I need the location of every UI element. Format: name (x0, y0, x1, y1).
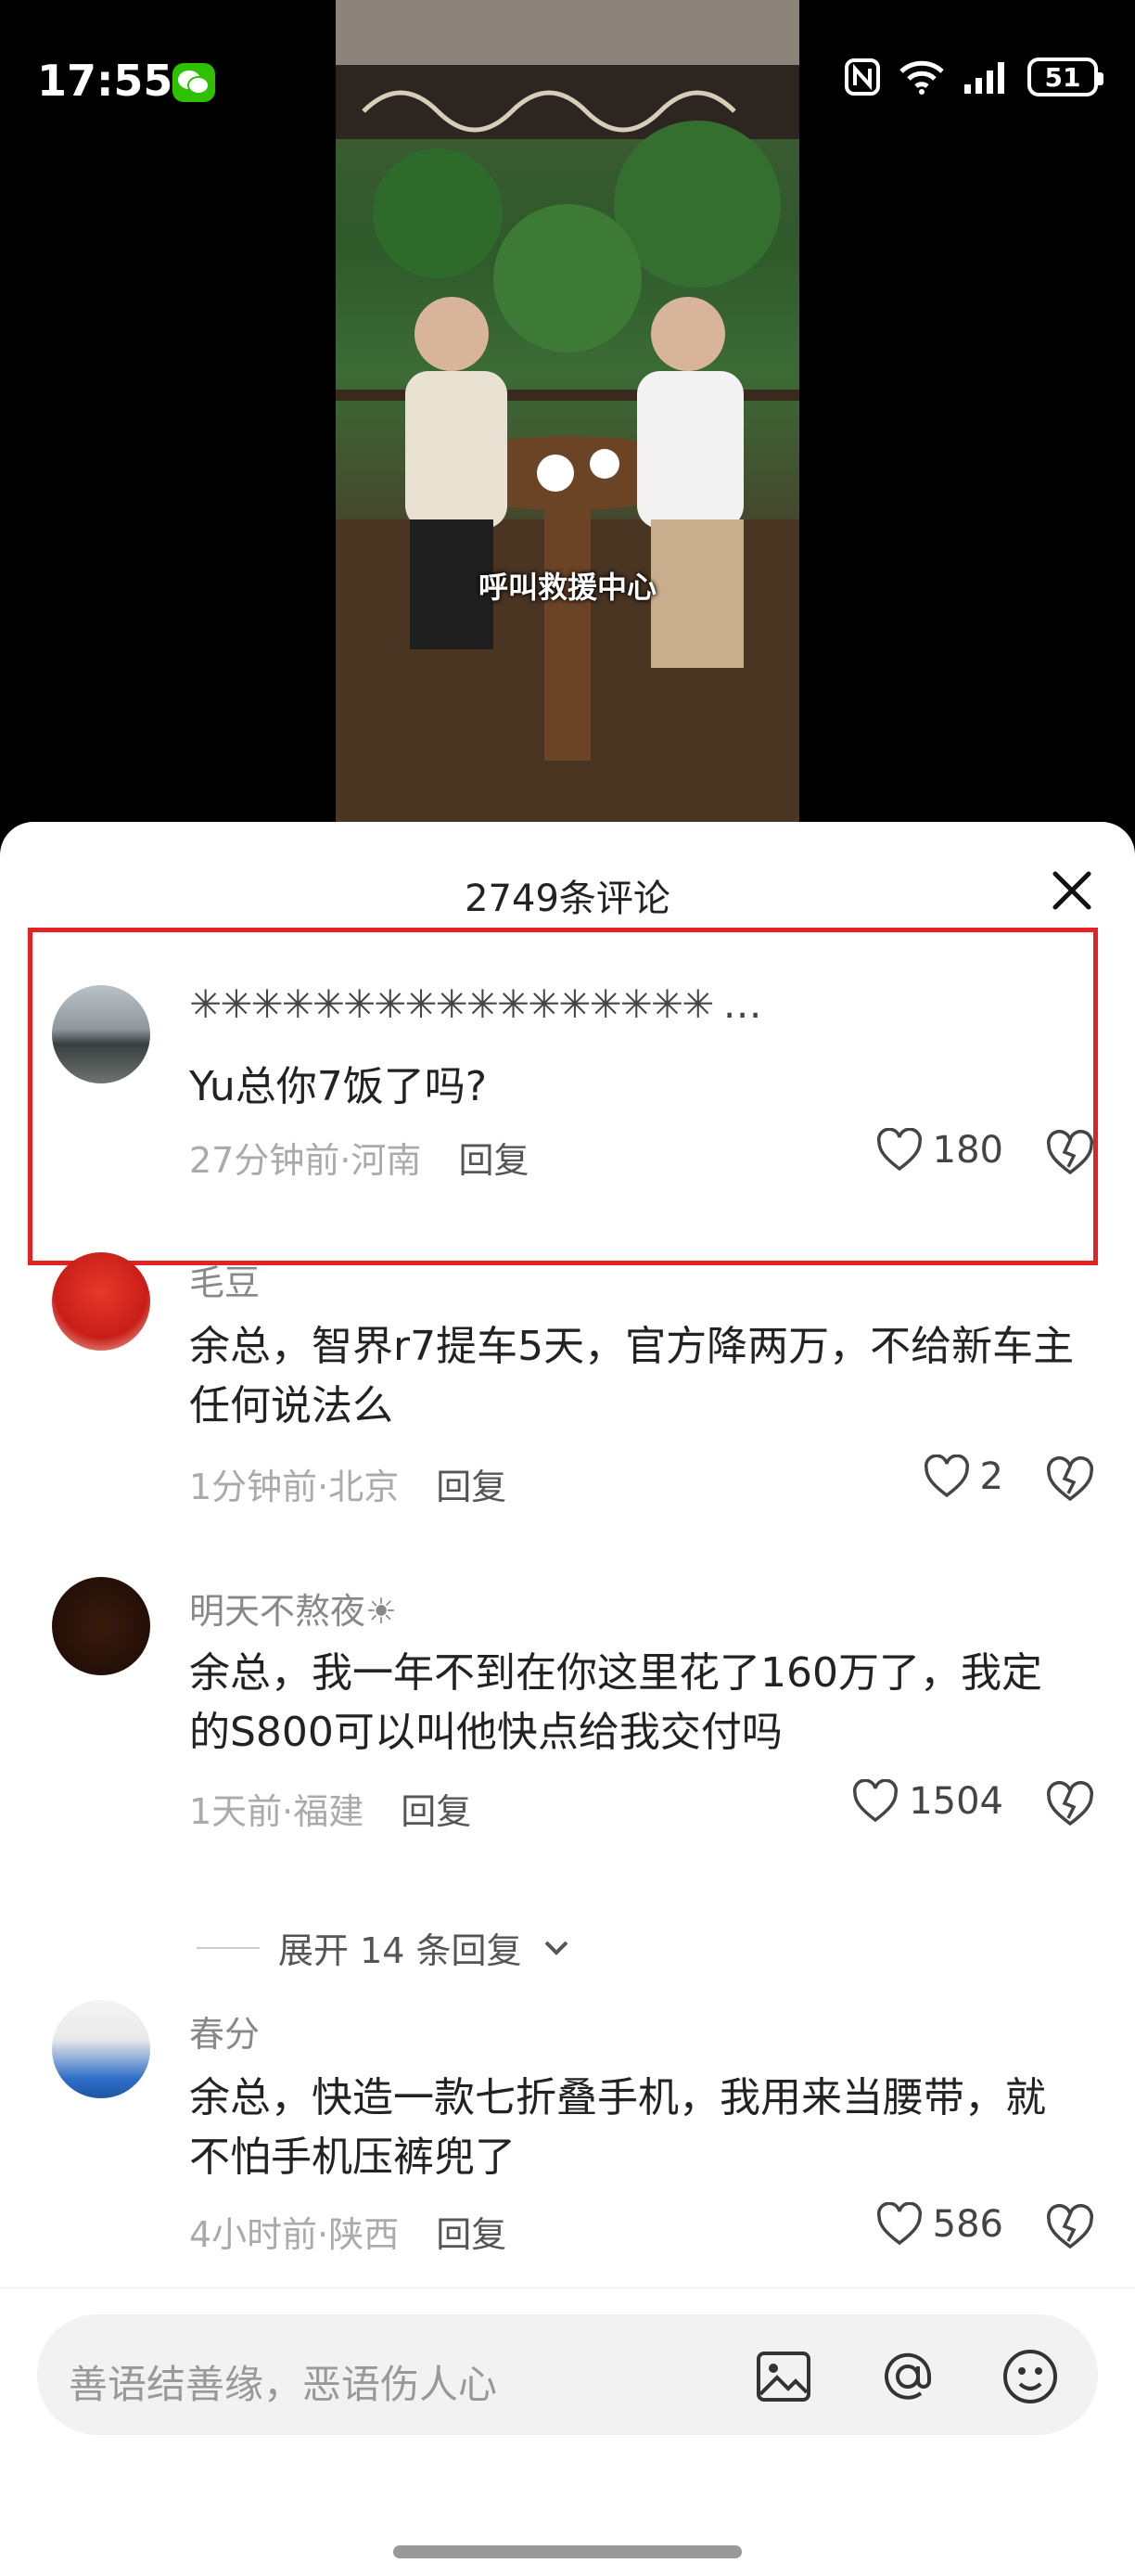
broken-heart-icon[interactable] (1044, 2204, 1096, 2250)
like-button[interactable]: 2 (923, 1455, 1003, 1499)
comment-time-location: 1天前·福建 (189, 1791, 364, 1832)
avatar[interactable] (52, 985, 150, 1083)
status-bar: 17:55 51 (0, 0, 1135, 167)
comment-time-location: 27分钟前·河南 (189, 1140, 422, 1181)
comment-meta: 1天前·福建 回复 (189, 1783, 471, 1834)
like-button[interactable]: 1504 (851, 1779, 1003, 1824)
reply-button[interactable]: 回复 (436, 2214, 506, 2255)
comment-meta: 27分钟前·河南 回复 (189, 1132, 529, 1183)
wechat-icon (172, 63, 215, 102)
broken-heart-icon[interactable] (1044, 1456, 1096, 1503)
like-count: 2 (979, 1455, 1003, 1498)
expand-replies-button[interactable]: 展开 14 条回复 (197, 1922, 572, 1973)
comment-input[interactable]: 善语结善缘，恶语伤人心 (37, 2314, 1098, 2435)
comment-text: 余总，快造一款七折叠手机，我用来当腰带，就不怕手机压裤兜了 (189, 2074, 1046, 2181)
comment-count-title: 2749条评论 (465, 878, 670, 920)
reply-button[interactable]: 回复 (401, 1791, 471, 1832)
comment-text: 余总，我一年不到在你这里花了160万了，我定的S800可以叫他快点给我交付吗 (189, 1649, 1042, 1756)
mention-icon[interactable] (877, 2346, 938, 2407)
like-count: 1504 (909, 1780, 1003, 1823)
comment-meta: 4小时前·陕西 回复 (189, 2206, 506, 2257)
like-count: 586 (932, 2203, 1003, 2246)
broken-heart-icon[interactable] (1044, 1130, 1096, 1176)
username[interactable]: 春分 (189, 2006, 260, 2057)
emoji-icon[interactable] (1000, 2346, 1061, 2407)
video-caption: 呼叫救援中心 (478, 570, 657, 605)
reply-button[interactable]: 回复 (436, 1467, 506, 1507)
heart-icon (853, 1779, 899, 1823)
comment-text: Yu总你7饭了吗? (189, 1063, 488, 1110)
close-icon[interactable] (1046, 865, 1098, 916)
nfc-icon (845, 58, 880, 96)
comment-input-placeholder: 善语结善缘，恶语伤人心 (69, 2362, 498, 2407)
heart-icon (924, 1455, 969, 1498)
home-indicator[interactable] (393, 2545, 742, 2558)
status-time: 17:55 (37, 56, 173, 106)
broken-heart-icon[interactable] (1044, 1781, 1096, 1827)
username[interactable]: 明天不熬夜☀ (189, 1583, 397, 1634)
avatar[interactable] (52, 1577, 150, 1675)
username[interactable]: 毛豆 (189, 1254, 260, 1305)
expand-replies-label: 展开 14 条回复 (278, 1930, 522, 1971)
chevron-down-icon (544, 1941, 568, 1955)
comment-time-location: 1分钟前·北京 (189, 1467, 400, 1507)
wifi-icon (899, 60, 944, 95)
comment-time-location: 4小时前·陕西 (189, 2214, 400, 2255)
heart-icon (876, 2202, 922, 2246)
divider-line (197, 1946, 260, 1949)
signal-icon (964, 62, 1004, 94)
decorative-username: ✳✳✳✳✳✳✳✳✳✳✳✳✳✳✳✳✳ … (189, 981, 762, 1027)
like-button[interactable]: 586 (875, 2202, 1003, 2247)
image-icon[interactable] (753, 2346, 814, 2407)
like-button[interactable]: 180 (875, 1128, 1003, 1173)
comment-input-bar: 善语结善缘，恶语伤人心 (0, 2288, 1135, 2576)
comment-text: 余总，智界r7提车5天，官方降两万，不给新车主任何说法么 (189, 1323, 1075, 1429)
reply-button[interactable]: 回复 (458, 1140, 529, 1181)
comment-meta: 1分钟前·北京 回复 (189, 1458, 506, 1509)
heart-icon (876, 1128, 922, 1172)
avatar[interactable] (52, 2000, 150, 2098)
avatar[interactable] (52, 1252, 150, 1351)
like-count: 180 (932, 1129, 1003, 1172)
battery-indicator: 51 (1027, 58, 1103, 96)
